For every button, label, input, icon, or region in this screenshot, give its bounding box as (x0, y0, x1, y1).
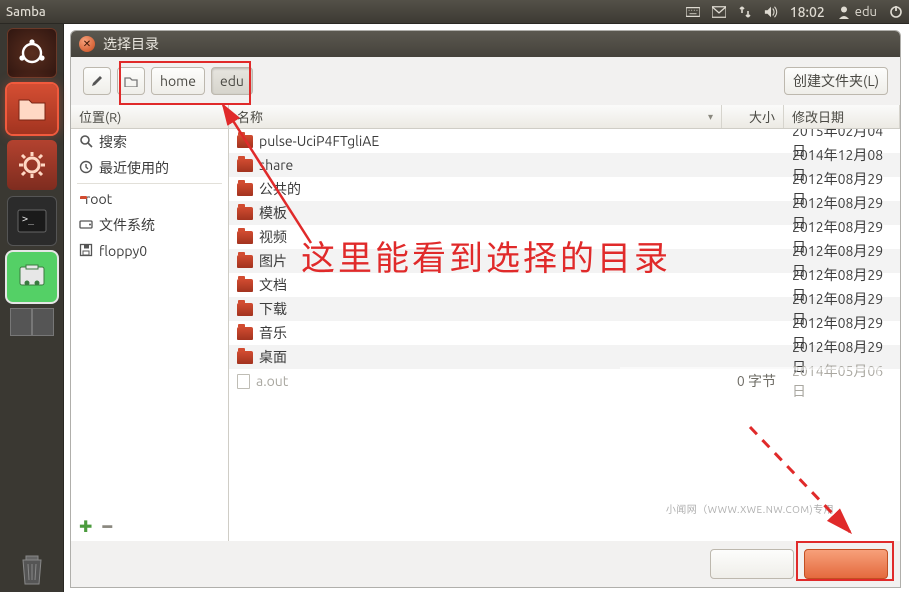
remove-bookmark-icon[interactable]: ━ (102, 517, 112, 536)
file-name: share (259, 157, 293, 173)
settings-launcher[interactable] (7, 140, 57, 190)
session-icon[interactable] (889, 5, 903, 19)
drive-icon (79, 217, 93, 234)
top-menubar: Samba 18:02 edu (0, 0, 909, 24)
file-name: 下载 (259, 299, 287, 319)
cancel-button[interactable] (710, 549, 794, 579)
samba-launcher[interactable] (7, 252, 57, 302)
table-row[interactable]: a.out0 字节2014年05月06日 (229, 369, 900, 393)
folder-icon (237, 183, 253, 196)
column-name[interactable]: 名称 ▾ (229, 105, 722, 128)
files-launcher[interactable] (7, 84, 57, 134)
path-segment-edu[interactable]: edu (211, 67, 253, 95)
user-menu[interactable]: edu (837, 5, 877, 19)
file-list-header: 名称 ▾ 大小 修改日期 (229, 105, 900, 129)
floppy-icon (79, 243, 93, 260)
clock-icon (79, 160, 93, 177)
file-name: 模板 (259, 203, 287, 223)
terminal-launcher[interactable]: >_ (7, 196, 57, 246)
close-icon[interactable]: ✕ (79, 36, 95, 52)
places-header: 位置(R) (71, 105, 228, 129)
folder-icon (237, 303, 253, 316)
file-name: 图片 (259, 251, 287, 271)
folder-icon (237, 159, 253, 172)
file-name: 文档 (259, 275, 287, 295)
file-name: pulse-UciP4FTgliAE (259, 133, 379, 149)
path-root-icon[interactable] (117, 67, 145, 95)
column-size[interactable]: 大小 (722, 105, 784, 128)
file-list: 名称 ▾ 大小 修改日期 pulse-UciP4FTgliAE2015年02月0… (229, 105, 900, 541)
keyboard-icon (686, 5, 700, 19)
edit-path-button[interactable] (83, 67, 111, 95)
places-sidebar: 位置(R) 搜索 最近使用的 root (71, 105, 229, 541)
sidebar-item-recent[interactable]: 最近使用的 (71, 155, 228, 181)
sidebar-item-label: root (85, 191, 112, 207)
open-button[interactable] (804, 549, 888, 579)
file-name: 桌面 (259, 347, 287, 367)
trash-icon[interactable] (12, 548, 52, 592)
folder-icon (237, 255, 253, 268)
file-name: 音乐 (259, 323, 287, 343)
sort-indicator-icon: ▾ (708, 111, 713, 123)
folder-icon (237, 231, 253, 244)
file-icon (237, 374, 250, 389)
search-icon (79, 134, 93, 151)
svg-text:>_: >_ (22, 214, 35, 225)
sidebar-item-floppy[interactable]: floppy0 (71, 238, 228, 264)
column-date[interactable]: 修改日期 (784, 105, 900, 128)
folder-chooser-dialog: ✕ 选择目录 home edu 创建文件夹(L) 位置(R) 搜索 (70, 30, 901, 588)
sidebar-item-filesystem[interactable]: 文件系统 (71, 212, 228, 238)
path-segment-home[interactable]: home (151, 67, 205, 95)
network-icon[interactable] (738, 5, 752, 19)
app-title: Samba (6, 5, 46, 19)
file-name: 视频 (259, 227, 287, 247)
folder-icon (237, 327, 253, 340)
user-name: edu (855, 5, 877, 19)
file-rows: pulse-UciP4FTgliAE2015年02月04日share2014年1… (229, 129, 900, 541)
system-tray: 18:02 edu (686, 4, 903, 20)
file-size: 0 字节 (722, 371, 784, 391)
sidebar-item-root[interactable]: root (71, 186, 228, 212)
file-name: a.out (256, 373, 288, 389)
sidebar-item-label: 最近使用的 (99, 158, 169, 178)
dialog-button-bar (71, 541, 900, 587)
unity-launcher: >_ (0, 24, 64, 592)
sidebar-item-label: floppy0 (99, 243, 147, 259)
clock[interactable]: 18:02 (790, 4, 825, 20)
dialog-toolbar: home edu 创建文件夹(L) (71, 57, 900, 105)
add-bookmark-icon[interactable]: ✚ (79, 517, 92, 536)
folder-icon (237, 207, 253, 220)
sidebar-item-label: 文件系统 (99, 215, 155, 235)
folder-icon (237, 279, 253, 292)
folder-icon (237, 351, 253, 364)
dash-button[interactable] (7, 28, 57, 78)
sidebar-item-search[interactable]: 搜索 (71, 129, 228, 155)
sidebar-item-label: 搜索 (99, 132, 127, 152)
dialog-titlebar: ✕ 选择目录 (71, 31, 900, 57)
create-folder-button[interactable]: 创建文件夹(L) (784, 67, 888, 95)
sidebar-footer: ✚ ━ (71, 511, 228, 541)
folder-icon (237, 135, 253, 148)
dialog-title: 选择目录 (103, 34, 159, 54)
file-name: 公共的 (259, 179, 301, 199)
mail-icon[interactable] (712, 5, 726, 19)
sound-icon[interactable] (764, 5, 778, 19)
workspace-switcher[interactable] (10, 308, 54, 336)
file-date: 2014年05月06日 (784, 361, 900, 401)
